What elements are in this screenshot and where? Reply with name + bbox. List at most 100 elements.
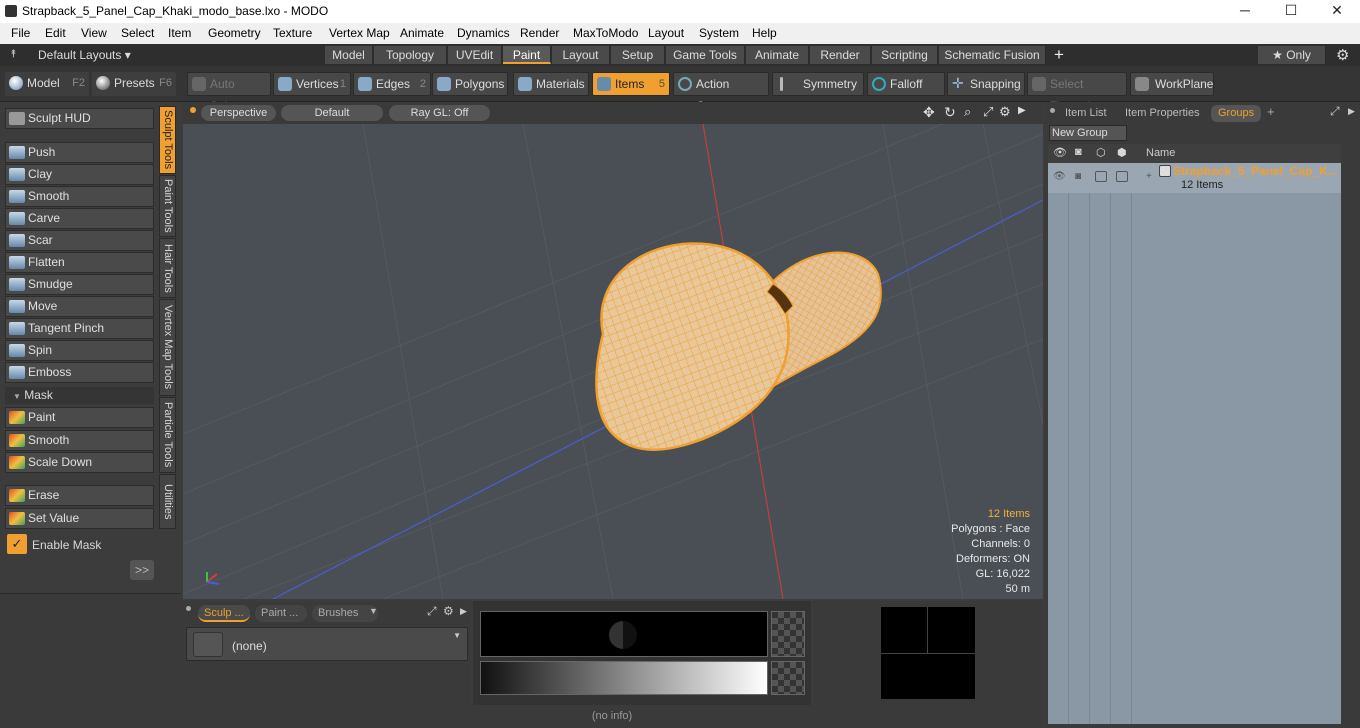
expand-plus-icon[interactable]: + — [1146, 171, 1152, 182]
render-icon[interactable]: ◙ — [1075, 146, 1082, 158]
menu-file[interactable]: File — [11, 26, 30, 40]
tab-item-properties[interactable]: Item Properties — [1125, 105, 1200, 122]
tab-item-list[interactable]: Item List — [1065, 105, 1107, 122]
pan-icon[interactable]: ✥ — [923, 104, 935, 121]
auto-select-button[interactable]: Auto Select — [187, 72, 271, 113]
panel-maximize-icon[interactable]: ⤢ — [427, 604, 437, 619]
sculpt-hud-button[interactable]: Sculpt HUD — [5, 108, 154, 129]
color-preview[interactable] — [480, 611, 768, 657]
tab-schematic-fusion[interactable]: Schematic Fusion — [939, 46, 1046, 64]
lock-icon[interactable]: ⬡ — [1096, 146, 1106, 159]
select-icon[interactable]: ⬢ — [1117, 146, 1127, 159]
polygons-button[interactable]: Polygons — [432, 72, 508, 96]
tab-sculpt[interactable]: Sculp ... — [198, 605, 250, 622]
rotate-icon[interactable]: ↻ — [944, 104, 956, 121]
maximize-button[interactable]: ☐ — [1268, 2, 1314, 19]
panel-more-icon[interactable]: ▶ — [460, 606, 467, 617]
tool-spin[interactable]: Spin — [5, 340, 154, 361]
menu-item[interactable]: Item — [168, 26, 191, 40]
tool-emboss[interactable]: Emboss — [5, 362, 154, 383]
menu-animate[interactable]: Animate — [400, 26, 444, 40]
presets-button[interactable]: Presets F6 — [92, 72, 176, 96]
menu-layout[interactable]: Layout — [648, 26, 684, 40]
viewport-gear-icon[interactable]: ⚙ — [999, 104, 1011, 120]
groups-list-area[interactable] — [1048, 193, 1341, 724]
brush-selector[interactable]: (none) ▼ — [186, 627, 468, 661]
falloff-button[interactable]: Falloff — [867, 72, 945, 96]
enable-mask-toggle[interactable]: ✓ Enable Mask — [5, 534, 165, 554]
dropdown-arrow-icon[interactable]: ▼ — [369, 606, 378, 616]
tool-smooth[interactable]: Smooth — [5, 186, 154, 207]
shading-button[interactable]: Default — [281, 105, 383, 121]
select-through-button[interactable]: Select Through — [1027, 72, 1127, 113]
materials-button[interactable]: Materials — [513, 72, 589, 96]
visibility-eye-icon[interactable]: 👁 — [1053, 171, 1066, 182]
default-layouts-dropdown[interactable]: Default Layouts ▾ — [38, 48, 131, 62]
action-center-button[interactable]: Action Center — [673, 72, 769, 113]
menu-render[interactable]: Render — [520, 26, 559, 40]
menu-maxtomodo[interactable]: MaxToModo — [573, 26, 638, 40]
symmetry-button[interactable]: Symmetry — [772, 72, 864, 96]
vtab-paint-tools[interactable]: Paint Tools — [159, 175, 176, 237]
viewport-menu-dot-icon[interactable] — [190, 107, 196, 113]
tab-setup[interactable]: Setup — [611, 46, 665, 64]
gear-icon[interactable]: ⚙ — [1336, 46, 1349, 64]
panel-menu-dot-icon[interactable] — [186, 606, 191, 611]
panel-maximize-icon[interactable]: ⤢ — [1330, 104, 1340, 119]
menu-geometry[interactable]: Geometry — [208, 26, 261, 40]
mask-set-value[interactable]: Set Value — [5, 508, 154, 529]
expand-button[interactable]: >> — [130, 560, 154, 580]
add-tab-icon[interactable]: + — [1267, 104, 1275, 119]
eye-icon[interactable]: 👁 — [1053, 146, 1067, 159]
add-tab-button[interactable]: + — [1054, 45, 1064, 65]
mask-erase[interactable]: Erase — [5, 485, 154, 506]
panel-gear-icon[interactable]: ⚙ — [443, 604, 454, 618]
close-button[interactable]: ✕ — [1314, 2, 1360, 19]
zoom-icon[interactable]: ⌕ — [964, 104, 971, 120]
tab-paint-brush[interactable]: Paint ... — [255, 605, 307, 622]
vtab-utilities[interactable]: Utilities — [159, 474, 176, 529]
minimize-button[interactable]: ─ — [1222, 2, 1268, 18]
tab-paint[interactable]: Paint — [503, 46, 551, 64]
tool-smudge[interactable]: Smudge — [5, 274, 154, 295]
vtab-particle-tools[interactable]: Particle Tools — [159, 397, 176, 473]
raygl-button[interactable]: Ray GL: Off — [389, 105, 490, 121]
only-button[interactable]: ★ Only — [1258, 46, 1326, 64]
tool-carve[interactable]: Carve — [5, 208, 154, 229]
group-row[interactable]: 👁 ◙ + Strapback_5_Panel_Cap_K... 12 Item… — [1048, 163, 1341, 193]
tool-scar[interactable]: Scar — [5, 230, 154, 251]
tab-model[interactable]: Model — [325, 46, 373, 64]
menu-texture[interactable]: Texture — [273, 26, 312, 40]
edges-button[interactable]: Edges 2 — [353, 72, 431, 96]
vertices-button[interactable]: Vertices 1 — [273, 72, 351, 96]
menu-help[interactable]: Help — [752, 26, 777, 40]
tab-game-tools[interactable]: Game Tools — [666, 46, 745, 64]
3d-viewport[interactable]: Perspective Default Ray GL: Off ✥ ↻ ⌕ ⤢ … — [183, 102, 1043, 599]
items-button[interactable]: Items 5 — [592, 72, 670, 96]
tool-flatten[interactable]: Flatten — [5, 252, 154, 273]
tab-topology[interactable]: Topology — [374, 46, 447, 64]
tool-tangent-pinch[interactable]: Tangent Pinch — [5, 318, 154, 339]
menu-dynamics[interactable]: Dynamics — [457, 26, 510, 40]
panel-menu-dot-icon[interactable] — [1050, 108, 1055, 113]
gradient-alpha-swatch[interactable] — [771, 661, 805, 695]
snapping-button[interactable]: ✛ Snapping — [947, 72, 1025, 96]
menu-edit[interactable]: Edit — [45, 26, 66, 40]
vtab-vertex-map-tools[interactable]: Vertex Map Tools — [159, 299, 176, 396]
menu-view[interactable]: View — [81, 26, 107, 40]
menu-select[interactable]: Select — [121, 26, 154, 40]
lock-toggle[interactable] — [1095, 171, 1107, 182]
tool-clay[interactable]: Clay — [5, 164, 154, 185]
menu-system[interactable]: System — [699, 26, 739, 40]
maximize-viewport-icon[interactable]: ⤢ — [983, 104, 993, 120]
mask-paint[interactable]: Paint — [5, 407, 154, 428]
collapse-arrow-icon[interactable]: ⯭ — [10, 48, 17, 61]
mask-scale-down[interactable]: Scale Down — [5, 452, 154, 473]
workplane-button[interactable]: WorkPlane — [1130, 72, 1214, 96]
new-group-button[interactable]: New Group — [1049, 125, 1127, 141]
tab-animate[interactable]: Animate — [746, 46, 809, 64]
mask-smooth[interactable]: Smooth — [5, 430, 154, 451]
panel-more-icon[interactable]: ▶ — [1348, 106, 1355, 117]
alpha-swatch[interactable] — [771, 611, 805, 657]
tab-layout[interactable]: Layout — [552, 46, 610, 64]
